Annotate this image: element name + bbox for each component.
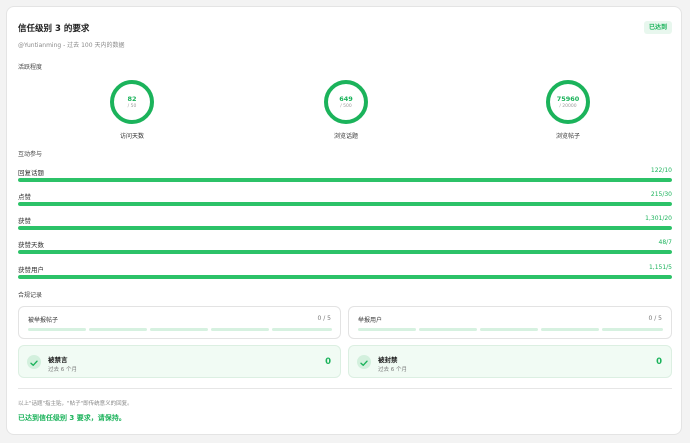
reported-posts-segment bbox=[150, 328, 208, 331]
reported-posts-box: 被举报帖子 0 / 5 bbox=[18, 306, 341, 339]
ring-posts-viewed-label: 浏览帖子 bbox=[555, 133, 580, 140]
reported-posts-segment bbox=[272, 328, 332, 331]
ring-posts-viewed-total: / 20000 bbox=[559, 104, 577, 109]
compliance-section-label: 合规记录 bbox=[18, 292, 43, 299]
banned-box: 被封禁 过去 6 个月 0 bbox=[348, 345, 672, 378]
footer-status: 已达到信任级别 3 要求，请保持。 bbox=[18, 414, 126, 422]
ring-visit-days-label: 访问天数 bbox=[119, 133, 144, 140]
ring-visit-days: 82 / 50 访问天数 bbox=[102, 79, 162, 145]
bar-liked-days-fill bbox=[18, 250, 672, 254]
reported-posts-title: 被举报帖子 bbox=[28, 317, 59, 324]
bar-liked-users-track bbox=[18, 275, 672, 279]
reported-posts-count: 0 / 5 bbox=[317, 315, 331, 322]
ring-posts-viewed: 75960 / 20000 浏览帖子 bbox=[538, 79, 598, 145]
bar-likes-received-label: 获赞 bbox=[18, 217, 31, 225]
bar-likes-given-track bbox=[18, 202, 672, 206]
banned-title: 被封禁 bbox=[378, 356, 398, 364]
bar-likes-given-label: 点赞 bbox=[18, 193, 31, 201]
reported-users-segment bbox=[480, 328, 538, 331]
ring-topics-viewed-value: 649 bbox=[339, 95, 353, 103]
divider bbox=[18, 388, 672, 389]
ring-visit-days-total: / 50 bbox=[127, 104, 137, 109]
page-title: 信任级别 3 的要求 bbox=[18, 24, 90, 34]
reported-users-box: 举报用户 0 / 5 bbox=[348, 306, 672, 339]
ring-visit-days-value: 82 bbox=[127, 95, 137, 103]
bar-likes-given-value: 215/30 bbox=[650, 191, 672, 198]
banned-value: 0 bbox=[656, 357, 662, 367]
reported-posts-segment bbox=[89, 328, 147, 331]
muted-value: 0 bbox=[325, 357, 331, 367]
footer-note: 以上"话题"指主贴，"帖子"即传统意义的回复。 bbox=[18, 401, 133, 407]
interaction-section-label: 互动参与 bbox=[18, 151, 43, 158]
ring-posts-viewed-value: 75960 bbox=[556, 95, 580, 103]
reported-posts-segment bbox=[28, 328, 86, 331]
ring-topics-viewed-total: / 500 bbox=[340, 104, 352, 109]
reported-posts-segment bbox=[211, 328, 269, 331]
check-icon bbox=[27, 355, 41, 369]
status-badge: 已达到 bbox=[643, 21, 672, 34]
reported-users-segment bbox=[541, 328, 599, 331]
bar-liked-users-fill bbox=[18, 275, 672, 279]
bar-liked-users-label: 获赞用户 bbox=[18, 266, 44, 274]
ring-topics-viewed-label: 浏览话题 bbox=[333, 133, 358, 140]
bar-replies-fill bbox=[18, 178, 672, 182]
bar-liked-users-value: 1,151/5 bbox=[648, 264, 672, 271]
check-icon bbox=[357, 355, 371, 369]
reported-users-segment bbox=[358, 328, 416, 331]
reported-users-count: 0 / 5 bbox=[648, 315, 662, 322]
bar-liked-days-label: 获赞天数 bbox=[18, 241, 44, 249]
activity-section-label: 活跃程度 bbox=[18, 64, 43, 71]
bar-likes-received-track bbox=[18, 226, 672, 230]
bar-replies-label: 回复话题 bbox=[18, 169, 44, 177]
muted-box: 被禁言 过去 6 个月 0 bbox=[18, 345, 341, 378]
muted-title: 被禁言 bbox=[48, 356, 68, 364]
reported-users-segment bbox=[602, 328, 663, 331]
bar-liked-days-value: 48/7 bbox=[658, 239, 672, 246]
reported-users-segment bbox=[419, 328, 477, 331]
bar-replies-value: 122/10 bbox=[650, 167, 672, 174]
muted-period: 过去 6 个月 bbox=[48, 367, 77, 373]
bar-likes-received-value: 1,301/20 bbox=[645, 215, 672, 222]
reported-users-title: 举报用户 bbox=[358, 317, 383, 324]
bar-likes-given-fill bbox=[18, 202, 672, 206]
bar-liked-days-track bbox=[18, 250, 672, 254]
trust-level-card: 信任级别 3 的要求 @Yuntianming - 过去 100 天内的数据 已… bbox=[6, 6, 682, 435]
ring-topics-viewed: 649 / 500 浏览话题 bbox=[316, 79, 376, 145]
banned-period: 过去 6 个月 bbox=[378, 367, 407, 373]
bar-likes-received-fill bbox=[18, 226, 672, 230]
page-subtitle: @Yuntianming - 过去 100 天内的数据 bbox=[18, 42, 125, 49]
bar-replies-track bbox=[18, 178, 672, 182]
